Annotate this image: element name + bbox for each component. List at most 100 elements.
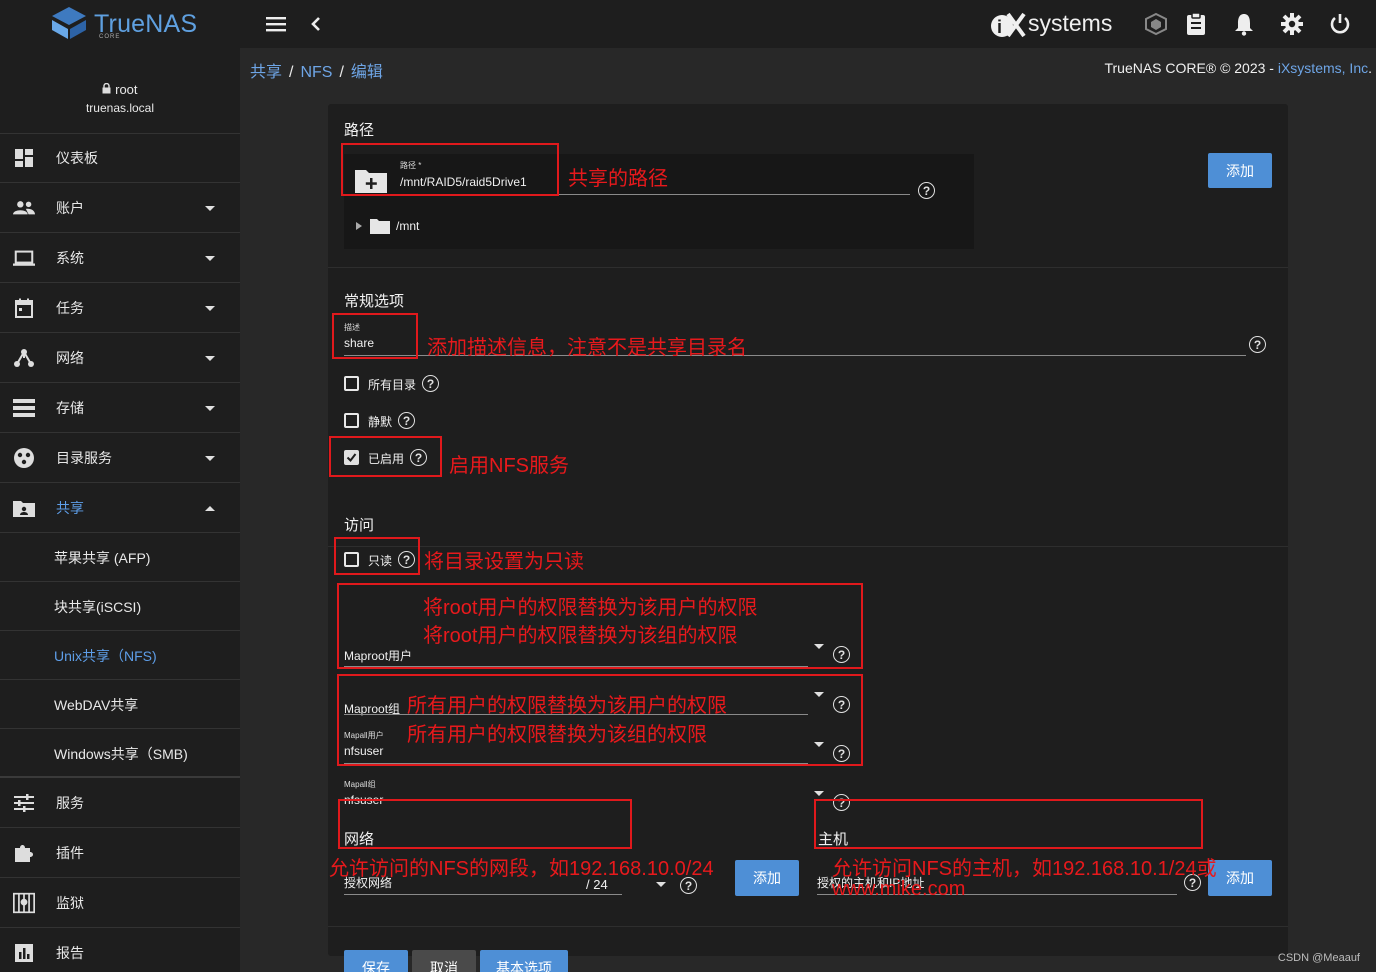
annotation-box-description [332,313,418,359]
sidebar-subitem-nfs[interactable]: Unix共享（NFS) [0,631,240,680]
username-text: root [115,82,138,97]
description-help-icon[interactable]: ? [1249,336,1266,353]
breadcrumb-edit[interactable]: 编辑 [351,64,383,81]
clipboard-icon[interactable] [1182,10,1210,38]
sidebar-subitem-label: Unix共享（NFS) [54,648,157,664]
sidebar-item-system[interactable]: 系统 [0,234,240,283]
annotation-description: 添加描述信息，注意不是共享目录名 [427,337,747,359]
cancel-button[interactable]: 取消 [412,950,476,972]
annotation-maproot-group: 将root用户的权限替换为该组的权限 [423,625,738,647]
sidebar-item-label: 系统 [56,250,84,266]
sidebar-item-label: 任务 [56,300,84,316]
annotation-mapall-user: 所有用户的权限替换为该用户的权限 [407,695,727,717]
truenas-logo-icon [52,7,86,39]
sidebar-item-label: 报告 [56,945,84,961]
copyright-text: TrueNAS CORE® © 2023 - [1104,60,1278,76]
chevron-up-icon [205,505,215,511]
ixsystems-logo[interactable]: i systems [990,8,1115,40]
sidebar-item-label: 仪表板 [56,150,98,166]
sidebar-subitem-label: 苹果共享 (AFP) [54,550,151,566]
calendar-icon [13,297,35,319]
people-icon [13,197,35,219]
quiet-checkbox[interactable] [344,413,359,428]
watermark: CSDN @Meaauf [1277,952,1360,964]
divider [328,267,1288,268]
chevron-down-icon [814,791,824,796]
breadcrumb: 共享 / NFS / 编辑 [250,64,383,81]
copyright-link[interactable]: iXsystems, Inc [1278,60,1368,76]
quiet-label: 静默 [368,415,393,429]
sidebar-item-sharing[interactable]: 共享 [0,484,240,533]
all-dirs-label: 所有目录 [368,378,417,392]
sidebar-item-directory-services[interactable]: 目录服务 [0,434,240,483]
sidebar-item-label: 账户 [56,200,84,216]
sidebar-subitem-iscsi[interactable]: 块共享(iSCSI) [0,582,240,631]
sidebar-item-services[interactable]: 服务 [0,779,240,828]
share-folder-icon [13,497,35,519]
sidebar-item-accounts[interactable]: 账户 [0,184,240,233]
storage-icon [13,397,35,419]
divider [328,926,1288,927]
tune-icon [13,792,35,814]
lock-icon [102,82,115,97]
quiet-help-icon[interactable]: ? [398,412,415,429]
tree-node-label: /mnt [396,219,420,233]
sidebar-subitem-smb[interactable]: Windows共享（SMB) [0,729,240,778]
add-host-button[interactable]: 添加 [1208,860,1272,896]
power-icon[interactable] [1326,10,1354,38]
basic-options-button[interactable]: 基本选项 [480,950,568,972]
all-dirs-help-icon[interactable]: ? [422,375,439,392]
chevron-down-icon[interactable] [656,882,666,887]
sidebar-item-label: 共享 [56,500,84,516]
sidebar-item-storage[interactable]: 存储 [0,384,240,433]
add-path-button[interactable]: 添加 [1208,153,1272,188]
copyright-suffix: . [1368,60,1372,76]
bell-icon[interactable] [1230,10,1258,38]
sidebar-subitem-label: 块共享(iSCSI) [54,599,142,615]
annotation-maproot-user: 将root用户的权限替换为该用户的权限 [423,597,758,619]
sidebar-item-reports[interactable]: 报告 [0,929,240,972]
annotation-host-line2: www.mike.com [832,878,966,900]
sidebar-item-plugins[interactable]: 插件 [0,829,240,878]
chevron-down-icon [205,455,215,461]
collapse-chevron-icon[interactable] [302,10,330,38]
truecommand-icon[interactable] [1142,10,1170,38]
sidebar-subitem-afp[interactable]: 苹果共享 (AFP) [0,533,240,582]
sidebar-item-jails[interactable]: 监狱 [0,879,240,928]
path-help-icon[interactable]: ? [918,182,935,199]
network-icon [13,347,35,369]
hostname-text: truenas.local [85,101,155,115]
sidebar-item-network[interactable]: 网络 [0,334,240,383]
breadcrumb-sharing[interactable]: 共享 [250,64,282,81]
folder-icon [370,218,390,239]
section-access-title: 访问 [344,517,375,534]
report-icon [13,942,35,964]
annotation-box-readonly [334,537,420,575]
tree-expand-icon[interactable] [356,222,362,230]
user-name: root [0,82,240,97]
all-dirs-checkbox[interactable] [344,376,359,391]
chevron-down-icon [205,355,215,361]
sidebar-item-dashboard[interactable]: 仪表板 [0,134,240,183]
annotation-host-line1: 允许访问NFS的主机，如192.168.10.1/24或 [832,858,1217,880]
sidebar-item-tasks[interactable]: 任务 [0,284,240,333]
sidebar-subitem-webdav[interactable]: WebDAV共享 [0,680,240,729]
copyright: TrueNAS CORE® © 2023 - iXsystems, Inc. [1104,60,1372,76]
mapall-group-label: Mapall组 [344,780,376,789]
gear-icon[interactable] [1278,10,1306,38]
truenas-logo[interactable]: TrueNAS CORE [48,6,198,42]
chevron-down-icon [205,205,215,211]
add-network-button[interactable]: 添加 [735,860,799,896]
breadcrumb-nfs[interactable]: NFS [300,64,332,81]
save-button[interactable]: 保存 [344,950,408,972]
annotation-box-path [341,143,559,196]
menu-icon[interactable] [262,10,290,38]
tree-node-mnt[interactable]: /mnt [356,218,436,236]
network-underline [344,894,622,895]
annotation-mapall-group: 所有用户的权限替换为该组的权限 [407,724,707,746]
svg-text:i: i [997,17,1002,37]
chevron-down-icon [205,305,215,311]
ix-logo-icon: i [991,12,1026,38]
sidebar-item-label: 服务 [56,795,84,811]
chevron-down-icon [205,405,215,411]
